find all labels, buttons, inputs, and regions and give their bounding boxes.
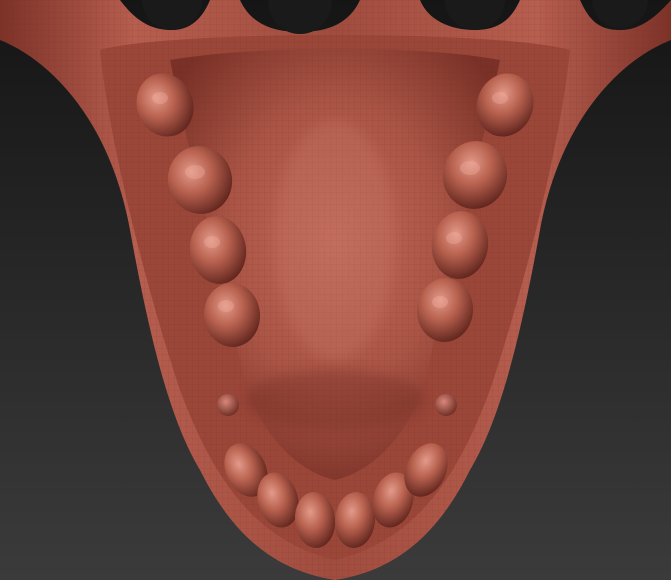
bump xyxy=(435,394,457,416)
jaw-render xyxy=(0,0,671,580)
bump xyxy=(217,394,239,416)
sculpt-viewport[interactable] xyxy=(0,0,671,580)
